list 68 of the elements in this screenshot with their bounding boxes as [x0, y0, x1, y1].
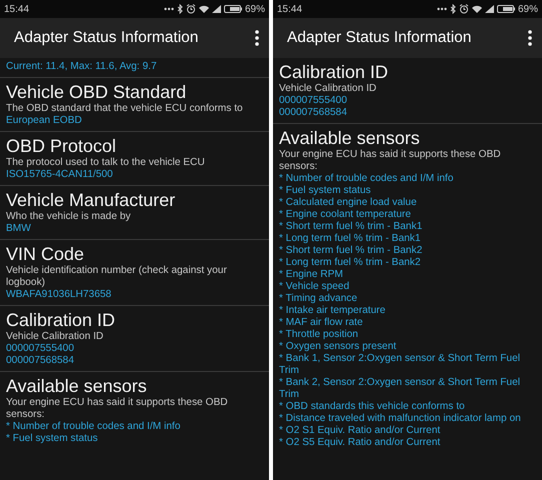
section-description: The OBD standard that the vehicle ECU conforms to — [6, 103, 244, 115]
overflow-menu-icon[interactable] — [255, 30, 259, 46]
section-value: * Distance traveled with malfunction indicator lamp on — [279, 413, 522, 425]
wifi-icon — [472, 5, 482, 13]
section-value: 000007568584 — [279, 107, 348, 119]
section-description: The protocol used to talk to the vehicle ECU — [6, 157, 206, 169]
battery-percent: 69% — [518, 2, 538, 16]
battery-icon — [496, 5, 515, 13]
section-value: * Engine RPM — [279, 269, 344, 281]
section-value: European EOBD — [6, 115, 83, 127]
bluetooth-icon — [450, 4, 456, 14]
battery-icon — [224, 5, 242, 13]
section-title: Available sensors — [6, 375, 148, 397]
section-title: Calibration ID — [6, 309, 116, 331]
section-value: Current: 11.4, Max: 11.6, Avg: 9.7 — [6, 61, 158, 73]
bluetooth-icon — [176, 4, 183, 14]
section-value: * Long term fuel % trim - Bank1 — [279, 233, 422, 245]
battery-percent: 69% — [244, 2, 265, 16]
section-value: * Intake air temperature — [279, 305, 386, 317]
section-value: * Number of trouble codes and I/M info — [6, 421, 182, 433]
section-description: Your engine ECU has said it supports these OBD sensors: — [6, 397, 229, 421]
section-value: * Number of trouble codes and I/M info — [279, 173, 454, 185]
app-title: Adapter Status Information — [14, 28, 198, 48]
section-value: 000007568584 — [6, 355, 75, 367]
section-value: * Fuel system status — [6, 433, 99, 445]
section-title: Vehicle OBD Standard — [6, 81, 188, 103]
section-value: 000007555400 — [279, 95, 348, 107]
signal-icon — [484, 5, 494, 13]
section-title: Available sensors — [279, 127, 421, 149]
section-description: Your engine ECU has said it supports these OBD sensors: — [279, 149, 502, 173]
overflow-menu-icon[interactable] — [528, 30, 532, 46]
section-value: * Calculated engine load value — [279, 197, 418, 209]
section-value: WBAFA91036LH73658 — [6, 289, 112, 301]
section-description: Vehicle identification number (check against your logbook) — [6, 265, 228, 289]
section-value: 000007555400 — [6, 343, 75, 355]
section-value: * OBD standards this vehicle conforms to — [279, 401, 466, 413]
section-value: * Timing advance — [279, 293, 358, 305]
alarm-icon — [186, 4, 196, 14]
section-value: * Engine coolant temperature — [279, 209, 412, 221]
wifi-icon — [198, 5, 209, 13]
section-value: * Bank 2, Sensor 2:Oxygen sensor & Short Term Fuel Trim — [279, 377, 522, 401]
section-value: * Short term fuel % trim - Bank1 — [279, 221, 424, 233]
more-dots-icon — [164, 7, 174, 11]
section-value: * Bank 1, Sensor 2:Oxygen sensor & Short Term Fuel Trim — [279, 353, 522, 377]
section-value: * Throttle position — [279, 329, 360, 341]
section-value: * Long term fuel % trim - Bank2 — [279, 257, 422, 269]
section-value: * Oxygen sensors present — [279, 341, 398, 353]
section-title: VIN Code — [6, 243, 86, 265]
section-value: * Fuel system status — [279, 185, 372, 197]
status-time: 15:44 — [277, 2, 302, 16]
section-value: * Short term fuel % trim - Bank2 — [279, 245, 424, 257]
section-value: * O2 S5 Equiv. Ratio and/or Current — [279, 437, 442, 449]
section-description: Vehicle Calibration ID — [6, 331, 104, 343]
section-description: Who the vehicle is made by — [6, 211, 132, 223]
signal-icon — [212, 5, 221, 13]
section-value: * O2 S1 Equiv. Ratio and/or Current — [279, 425, 442, 437]
app-title: Adapter Status Information — [287, 28, 472, 48]
section-title: Calibration ID — [279, 61, 390, 83]
status-time: 15:44 — [4, 2, 30, 16]
more-dots-icon — [436, 7, 447, 11]
section-value: BMW — [6, 223, 32, 235]
section-value: ISO15765-4CAN11/500 — [6, 169, 114, 181]
section-value: * MAF air flow rate — [279, 317, 364, 329]
section-title: OBD Protocol — [6, 135, 118, 157]
section-description: Vehicle Calibration ID — [279, 83, 378, 95]
alarm-icon — [458, 4, 469, 14]
section-title: Vehicle Manufacturer — [6, 189, 176, 211]
section-value: * Vehicle speed — [279, 281, 350, 293]
